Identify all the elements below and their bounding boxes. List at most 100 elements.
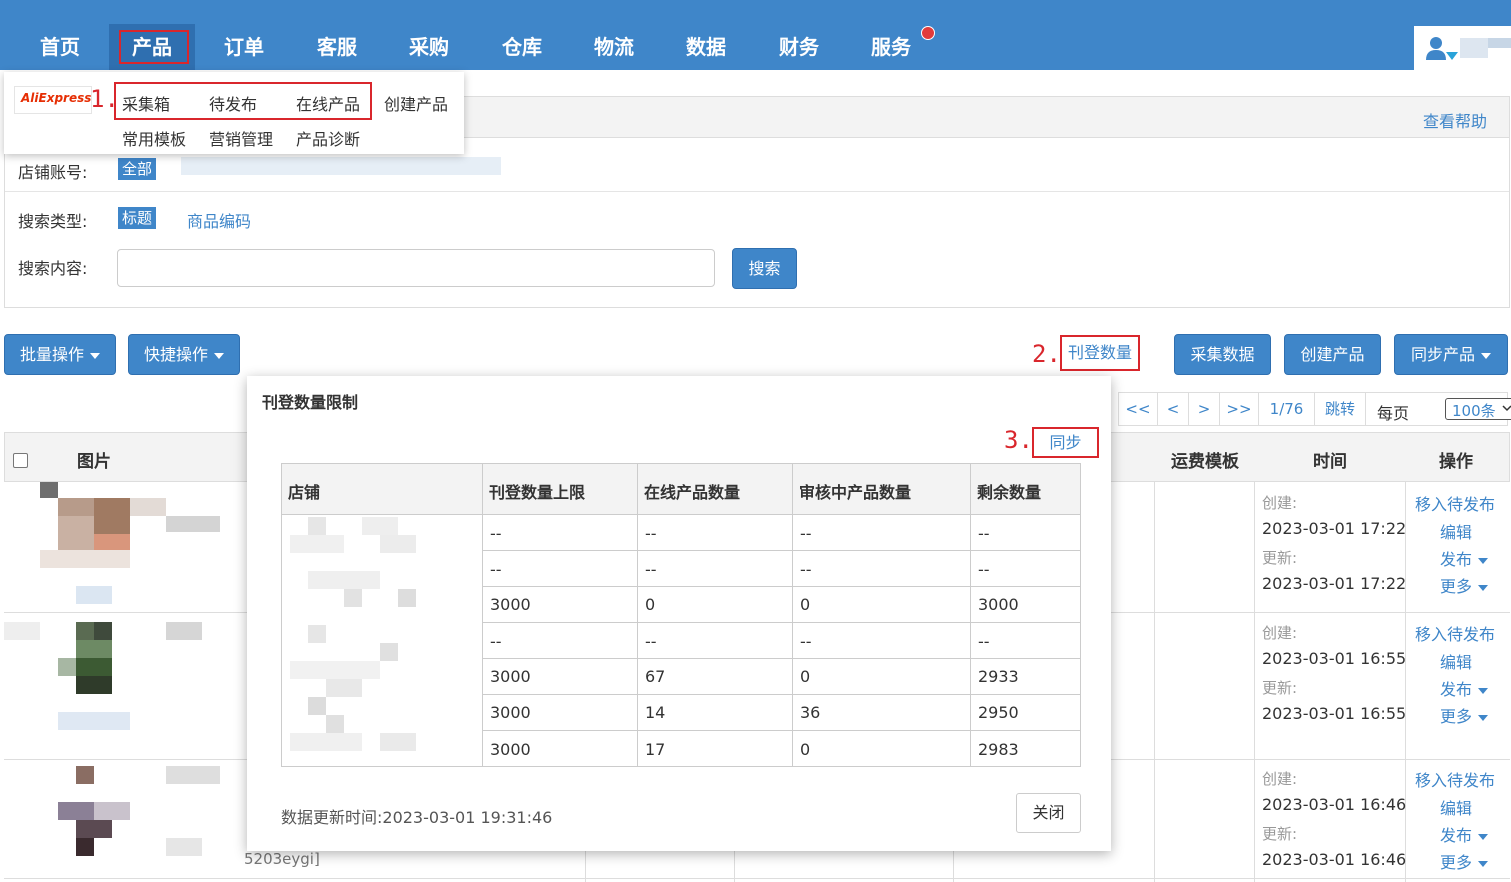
search-input[interactable] — [117, 249, 715, 287]
move-to-pending-link[interactable]: 移入待发布 — [1415, 621, 1495, 645]
reviewing-cell: 36 — [800, 703, 821, 722]
remaining-cell: 2950 — [978, 703, 1019, 722]
pager-jump[interactable]: 跳转 — [1315, 393, 1366, 425]
online-cell: -- — [645, 524, 657, 543]
menu-product-diagnosis[interactable]: 产品诊断 — [296, 126, 360, 150]
column-divider — [637, 464, 638, 766]
column-divider — [734, 848, 735, 882]
pager-last[interactable]: >> — [1220, 393, 1259, 425]
remaining-cell: -- — [978, 524, 990, 543]
menu-collection-box[interactable]: 采集箱 — [122, 91, 170, 115]
product-dropdown-menu: AliExpress 1. 采集箱 待发布 在线产品 创建产品 常用模板 营销管… — [4, 72, 464, 154]
nav-data[interactable]: 数据 — [676, 30, 736, 64]
search-button[interactable]: 搜索 — [732, 248, 797, 289]
menu-create-product[interactable]: 创建产品 — [384, 91, 448, 115]
caret-down-icon — [1478, 714, 1489, 721]
edit-link[interactable]: 编辑 — [1440, 649, 1472, 673]
more-dropdown[interactable]: 更多 — [1440, 573, 1489, 597]
step-3-marker: 3. — [1004, 426, 1033, 454]
product-image-1[interactable] — [4, 482, 246, 612]
sync-products-label: 同步产品 — [1410, 345, 1475, 364]
column-divider — [1154, 482, 1155, 882]
close-button[interactable]: 关闭 — [1016, 793, 1081, 833]
move-to-pending-link[interactable]: 移入待发布 — [1415, 767, 1495, 791]
sync-products-button[interactable]: 同步产品 — [1394, 334, 1508, 375]
pager-first[interactable]: << — [1119, 393, 1158, 425]
header-time: 时间 — [1313, 452, 1347, 472]
header-shipping-template: 运费模板 — [1171, 452, 1239, 472]
nav-customer-service[interactable]: 客服 — [307, 30, 367, 64]
updated-label: 更新: — [1262, 549, 1298, 567]
batch-operations-button[interactable]: 批量操作 — [4, 334, 116, 375]
aliexpress-logo[interactable]: AliExpress — [14, 86, 92, 114]
online-cell: 67 — [645, 667, 666, 686]
remaining-cell: -- — [978, 560, 990, 579]
help-link[interactable]: 查看帮助 — [1423, 108, 1487, 132]
remaining-cell: 2983 — [978, 740, 1019, 759]
publish-label: 发布 — [1440, 680, 1473, 699]
header-operations: 操作 — [1439, 452, 1473, 472]
nav-warehouse[interactable]: 仓库 — [492, 30, 552, 64]
limit-table-header: 店铺 刊登数量上限 在线产品数量 审核中产品数量 剩余数量 — [282, 464, 1080, 515]
column-divider — [585, 848, 586, 882]
pager-next[interactable]: > — [1189, 393, 1220, 425]
store-accounts-blurred[interactable] — [181, 157, 501, 175]
per-page-select[interactable]: 100条 — [1445, 398, 1511, 420]
store-filter-all[interactable]: 全部 — [118, 158, 157, 180]
product-image-2[interactable] — [4, 614, 246, 758]
more-dropdown[interactable]: 更多 — [1440, 849, 1489, 873]
nav-home[interactable]: 首页 — [30, 30, 90, 64]
publish-dropdown[interactable]: 发布 — [1440, 822, 1489, 846]
updated-label: 更新: — [1262, 679, 1298, 697]
limit-cell: 3000 — [490, 740, 531, 759]
store-account-label: 店铺账号: — [18, 163, 88, 182]
more-label: 更多 — [1440, 577, 1473, 596]
pager-prev[interactable]: < — [1158, 393, 1189, 425]
limit-cell: 3000 — [490, 595, 531, 614]
search-content-label: 搜索内容: — [18, 259, 88, 278]
menu-marketing[interactable]: 营销管理 — [209, 126, 273, 150]
nav-services[interactable]: 服务 — [861, 30, 921, 64]
publish-dropdown[interactable]: 发布 — [1440, 676, 1489, 700]
sync-label: 同步 — [1049, 433, 1082, 452]
select-all-checkbox[interactable] — [13, 453, 28, 468]
quick-operations-button[interactable]: 快捷操作 — [128, 334, 240, 375]
nav-orders[interactable]: 订单 — [214, 30, 274, 64]
dialog-title: 刊登数量限制 — [262, 393, 359, 412]
more-dropdown[interactable]: 更多 — [1440, 703, 1489, 727]
limit-cell: -- — [490, 560, 502, 579]
search-type-sku[interactable]: 商品编码 — [187, 208, 251, 232]
nav-finance[interactable]: 财务 — [769, 30, 829, 64]
nav-purchasing[interactable]: 采购 — [399, 30, 459, 64]
product-image-3[interactable] — [4, 762, 246, 878]
pagination: << < > >> 1/76 跳转 每页 100条 — [1118, 392, 1511, 426]
menu-common-templates[interactable]: 常用模板 — [122, 126, 186, 150]
menu-online-products[interactable]: 在线产品 — [296, 91, 360, 115]
publish-dropdown[interactable]: 发布 — [1440, 546, 1489, 570]
caret-down-icon — [1478, 833, 1489, 840]
caret-down-icon — [90, 352, 100, 359]
chevron-down-icon — [1502, 405, 1511, 412]
create-product-button[interactable]: 创建产品 — [1284, 334, 1381, 375]
edit-link[interactable]: 编辑 — [1440, 519, 1472, 543]
limit-cell: 3000 — [490, 667, 531, 686]
row-divider — [4, 878, 1510, 879]
created-label: 创建: — [1262, 494, 1298, 512]
reviewing-cell: 0 — [800, 595, 811, 614]
user-menu[interactable] — [1414, 26, 1511, 70]
updated-time: 2023-03-01 16:46 — [1262, 850, 1407, 869]
listing-count-button[interactable]: 刊登数量 — [1060, 335, 1140, 371]
move-to-pending-link[interactable]: 移入待发布 — [1415, 491, 1495, 515]
column-divider — [1405, 482, 1406, 882]
search-type-title[interactable]: 标题 — [118, 207, 157, 229]
col-store: 店铺 — [288, 483, 321, 502]
updated-time: 2023-03-01 16:55 — [1262, 704, 1407, 723]
collect-data-button[interactable]: 采集数据 — [1174, 334, 1271, 375]
remaining-cell: -- — [978, 632, 990, 651]
menu-pending-publish[interactable]: 待发布 — [209, 91, 257, 115]
sync-button[interactable]: 同步 — [1032, 427, 1099, 458]
edit-link[interactable]: 编辑 — [1440, 795, 1472, 819]
online-cell: -- — [645, 560, 657, 579]
nav-logistics[interactable]: 物流 — [584, 30, 644, 64]
limit-cell: -- — [490, 524, 502, 543]
